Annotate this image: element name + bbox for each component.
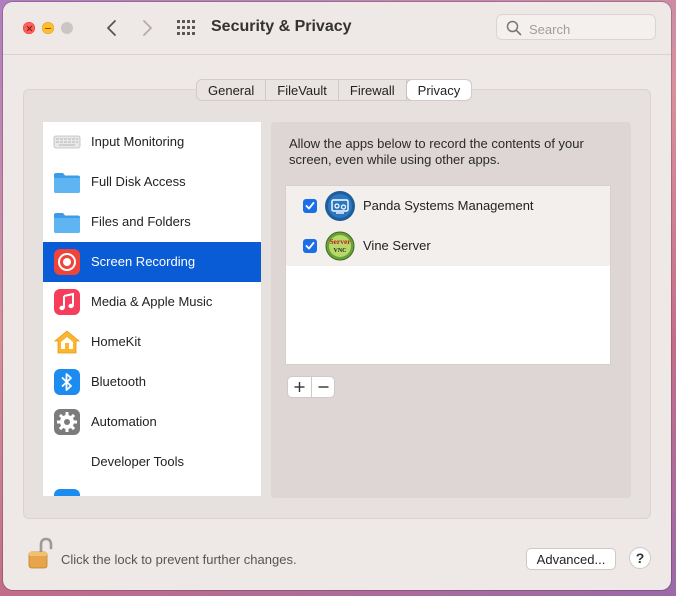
- sidebar-item-label: Files and Folders: [91, 214, 191, 229]
- tab-general[interactable]: General: [197, 80, 267, 100]
- chevron-right-icon: [143, 20, 152, 36]
- sidebar-item-label: Bluetooth: [91, 374, 146, 389]
- plus-icon: [294, 382, 305, 392]
- sidebar-item-bluetooth[interactable]: Bluetooth: [43, 362, 261, 402]
- checkmark-icon: [305, 242, 315, 250]
- add-remove-control: [287, 376, 335, 398]
- chevron-left-icon: [107, 20, 116, 36]
- sidebar-item-label: Input Monitoring: [91, 134, 185, 149]
- minimize-window-button[interactable]: [42, 22, 54, 34]
- add-app-button[interactable]: [288, 377, 312, 397]
- grid-icon: [177, 20, 195, 35]
- app-name: Vine Server: [363, 238, 431, 253]
- unlocked-lock-icon: [28, 537, 53, 569]
- sidebar-item-label: Developer Tools: [91, 454, 184, 469]
- sidebar-item-automation[interactable]: Automation: [43, 402, 261, 442]
- minus-icon: [318, 386, 329, 388]
- music-icon: [54, 289, 80, 315]
- app-row-panda[interactable]: Panda Systems Management: [286, 186, 610, 226]
- bluetooth-icon: [54, 369, 80, 395]
- sidebar-item-label: Media & Apple Music: [91, 294, 213, 309]
- app-list[interactable]: Panda Systems Management Server VNC Vine…: [285, 185, 611, 365]
- preferences-window: Security & Privacy General FileVault Fir…: [3, 2, 671, 590]
- checkmark-icon: [305, 202, 315, 210]
- sidebar-item-label: Full Disk Access: [91, 174, 186, 189]
- sidebar-item-developer-tools[interactable]: Developer Tools: [43, 442, 261, 482]
- app-icon: [54, 489, 80, 496]
- sidebar-item-files-and-folders[interactable]: Files and Folders: [43, 202, 261, 242]
- vine-server-icon: Server VNC: [325, 231, 355, 261]
- app-checkbox[interactable]: [303, 199, 317, 213]
- close-window-button[interactable]: [23, 22, 35, 34]
- forward-button[interactable]: [135, 16, 159, 40]
- tab-firewall[interactable]: Firewall: [339, 80, 407, 100]
- help-button[interactable]: ?: [629, 547, 651, 569]
- advanced-button[interactable]: Advanced...: [526, 548, 616, 570]
- sidebar-item-input-monitoring[interactable]: Input Monitoring: [43, 122, 261, 162]
- folder-icon: [54, 213, 80, 233]
- app-row-vine-server[interactable]: Server VNC Vine Server: [286, 226, 610, 266]
- sidebar-item-label: Screen Recording: [91, 254, 196, 269]
- vine-icon-text-bottom: VNC: [334, 248, 347, 254]
- panda-app-icon: [325, 191, 355, 221]
- sidebar-item-screen-recording[interactable]: Screen Recording: [43, 242, 261, 282]
- sidebar-item-full-disk-access[interactable]: Full Disk Access: [43, 162, 261, 202]
- gear-icon: [54, 409, 80, 435]
- app-name: Panda Systems Management: [363, 198, 534, 213]
- app-checkbox[interactable]: [303, 239, 317, 253]
- lock-button[interactable]: [27, 536, 53, 572]
- screen-recording-icon: [54, 249, 80, 275]
- search-field[interactable]: [496, 14, 656, 40]
- tab-privacy[interactable]: Privacy: [406, 80, 472, 100]
- folder-icon: [54, 173, 80, 193]
- keyboard-icon: [53, 135, 81, 149]
- title-bar: Security & Privacy: [3, 2, 671, 55]
- homekit-icon: [53, 330, 81, 354]
- search-icon: [506, 20, 522, 36]
- show-all-button[interactable]: [177, 20, 195, 36]
- sidebar-item-partial[interactable]: [43, 482, 261, 496]
- sidebar-item-label: Automation: [91, 414, 157, 429]
- privacy-category-list: Input Monitoring Full Disk Access Files …: [43, 122, 261, 496]
- vine-icon-text-top: Server: [329, 237, 351, 246]
- tab-bar: General FileVault Firewall Privacy: [196, 79, 473, 101]
- sidebar-item-media-apple-music[interactable]: Media & Apple Music: [43, 282, 261, 322]
- zoom-window-button[interactable]: [61, 22, 73, 34]
- sidebar-item-homekit[interactable]: HomeKit: [43, 322, 261, 362]
- lock-status-text: Click the lock to prevent further change…: [61, 552, 297, 567]
- search-input[interactable]: [527, 19, 651, 39]
- screen-recording-description: Allow the apps below to record the conte…: [289, 136, 584, 167]
- tab-filevault[interactable]: FileVault: [266, 80, 339, 100]
- window-title: Security & Privacy: [211, 18, 352, 35]
- remove-app-button[interactable]: [312, 377, 335, 397]
- back-button[interactable]: [100, 16, 124, 40]
- sidebar-item-label: HomeKit: [91, 334, 141, 349]
